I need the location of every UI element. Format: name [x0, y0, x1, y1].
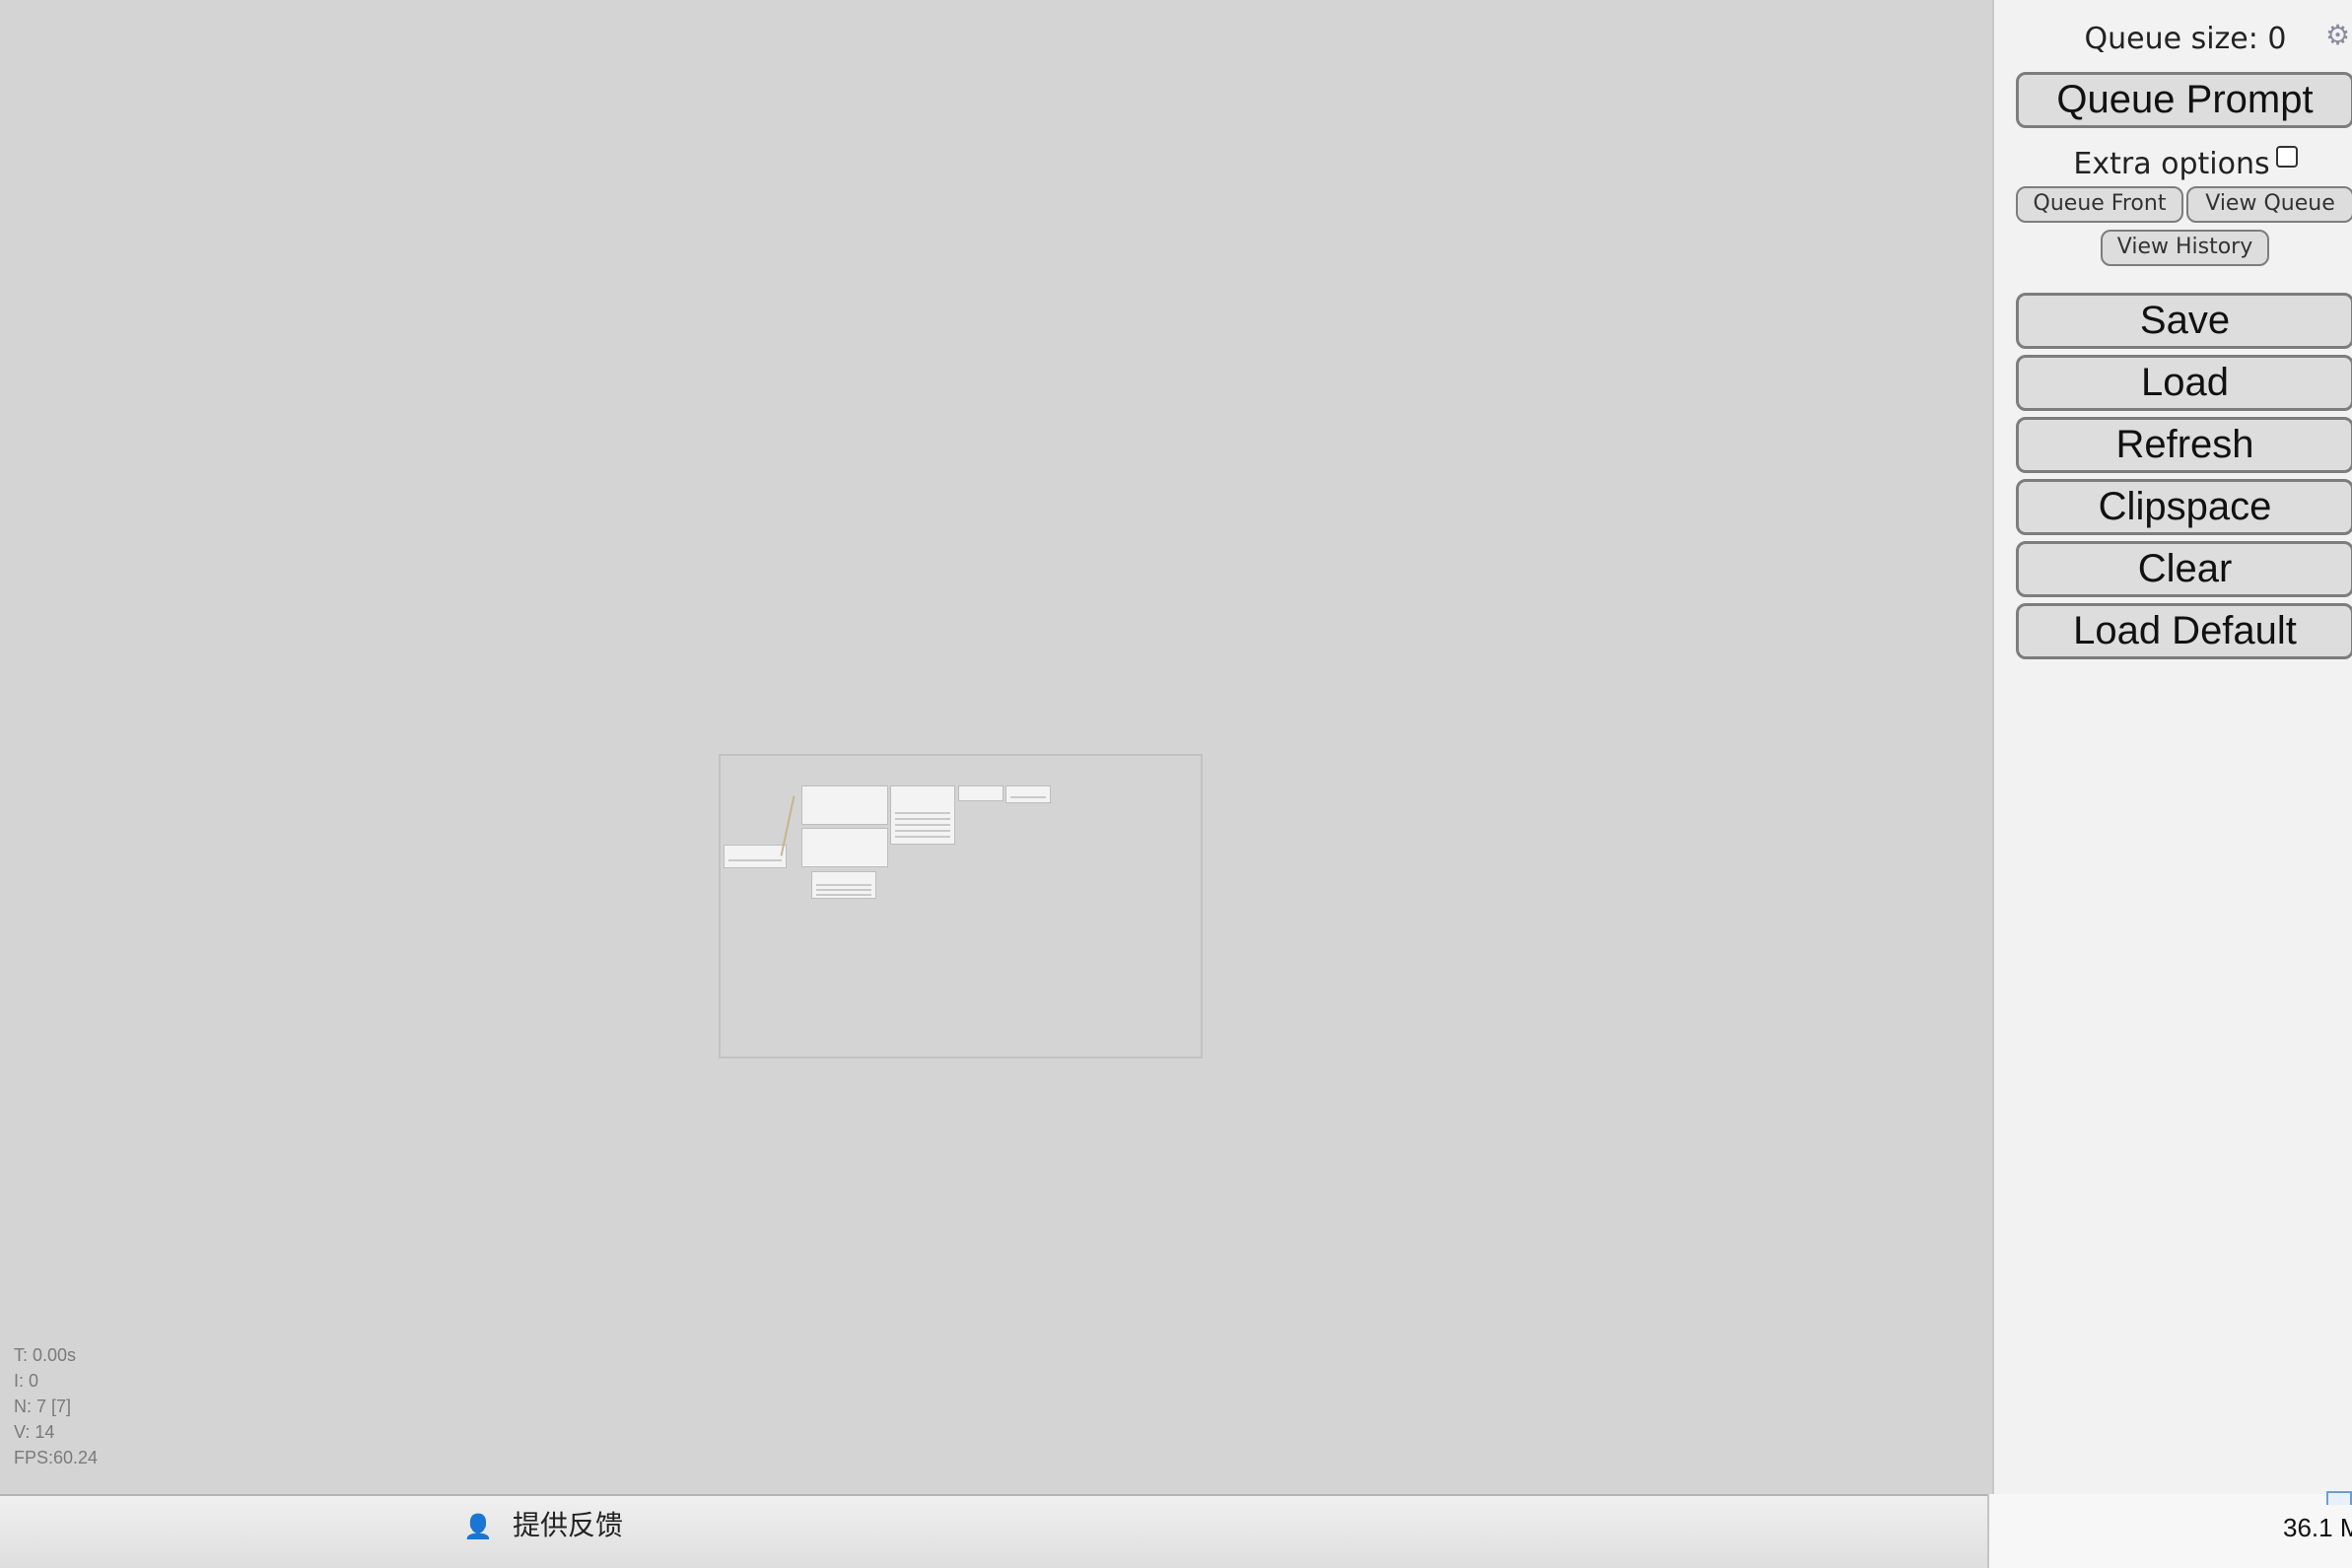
graph-node-positive-prompt[interactable] — [801, 785, 888, 825]
graph-overview-frame — [719, 754, 1203, 1058]
feedback-person-icon: 👤 — [463, 1513, 493, 1540]
clear-button[interactable]: Clear — [2016, 541, 2352, 597]
graph-node-empty-latent[interactable] — [811, 871, 876, 899]
stat-fps: FPS:60.24 — [14, 1448, 99, 1467]
graph-node-save-image[interactable] — [1005, 785, 1051, 803]
view-history-button[interactable]: View History — [2101, 230, 2269, 266]
graph-node-checkpoint-loader[interactable] — [724, 845, 787, 868]
feedback-button[interactable]: 👤 提供反馈 — [463, 1506, 623, 1545]
graph-node-negative-prompt[interactable] — [801, 828, 888, 867]
refresh-button[interactable]: Refresh — [2016, 417, 2352, 473]
stat-visible: V: 14 — [14, 1422, 55, 1442]
memory-usage: 36.1 M — [2283, 1513, 2352, 1542]
graph-link — [780, 795, 796, 856]
comfy-menu: Queue size: 0 ⚙ Queue Prompt Extra optio… — [1992, 0, 2352, 1494]
graph-node-ksampler[interactable] — [890, 785, 955, 845]
stat-iterations: I: 0 — [14, 1371, 39, 1391]
load-default-button[interactable]: Load Default — [2016, 603, 2352, 659]
feedback-label: 提供反馈 — [513, 1509, 624, 1541]
queue-prompt-button[interactable]: Queue Prompt — [2016, 72, 2352, 128]
queue-front-button[interactable]: Queue Front — [2016, 186, 2183, 223]
clipspace-button[interactable]: Clipspace — [2016, 479, 2352, 535]
load-button[interactable]: Load — [2016, 355, 2352, 411]
extra-options-row: Extra options — [1994, 146, 2352, 181]
stat-nodes: N: 7 [7] — [14, 1397, 72, 1416]
queue-size-label: Queue size: 0 — [2084, 22, 2287, 56]
gear-icon[interactable]: ⚙ — [2325, 22, 2352, 49]
extra-options-checkbox[interactable] — [2275, 146, 2298, 168]
canvas-stats: T: 0.00s I: 0 N: 7 [7] V: 14 FPS:60.24 — [14, 1342, 98, 1470]
graph-node-vae-decode[interactable] — [958, 785, 1003, 801]
window-icon[interactable] — [2326, 1491, 2352, 1505]
extra-options-label: Extra options — [2073, 147, 2270, 181]
stat-time: T: 0.00s — [14, 1345, 77, 1365]
save-button[interactable]: Save — [2016, 293, 2352, 349]
graph-canvas[interactable]: T: 0.00s I: 0 N: 7 [7] V: 14 FPS:60.24 — [0, 0, 1991, 1494]
view-queue-button[interactable]: View Queue — [2186, 186, 2352, 223]
